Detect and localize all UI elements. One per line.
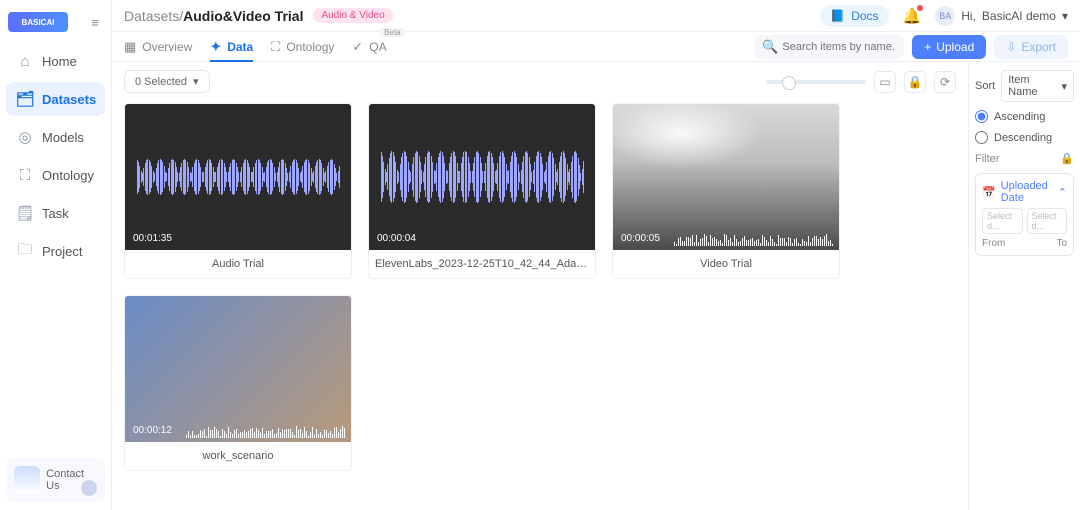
sort-select[interactable]: Item Name▾ (1001, 70, 1074, 102)
duration-label: 00:00:04 (377, 233, 416, 244)
sidebar-item-label: Ontology (42, 168, 94, 183)
tab-qa[interactable]: ✓QABeta (352, 32, 386, 61)
chevron-up-icon: ⌃ (1058, 186, 1067, 199)
upload-button[interactable]: +Upload (912, 35, 986, 59)
datasets-icon: 🗂 (16, 90, 34, 108)
plus-icon: + (924, 40, 931, 54)
duration-label: 00:00:12 (133, 425, 172, 436)
audio-thumbnail: 00:01:35 (125, 104, 351, 250)
ontology-tab-icon: ⛶ (271, 39, 280, 55)
calendar-icon: 📅 (982, 186, 996, 199)
brand-logo[interactable]: BASICAI (8, 12, 68, 32)
user-name: BasicAI demo (982, 9, 1056, 23)
lock-icon[interactable]: 🔒 (904, 71, 926, 93)
thumbnail-size-slider[interactable] (766, 80, 866, 84)
breadcrumb: Datasets/Audio&Video Trial (124, 8, 303, 24)
docs-icon: 📘 (830, 9, 845, 23)
dataset-type-tag: Audio & Video (313, 8, 392, 23)
filter-uploaded-date: 📅Uploaded Date⌃ Select d... Select d... … (975, 173, 1074, 256)
card-title: Video Trial (613, 250, 839, 278)
to-label: To (1056, 238, 1067, 249)
chevron-down-icon: ▾ (1061, 80, 1067, 93)
sidebar-item-project[interactable]: 🗀 Project (6, 234, 105, 268)
sort-ascending-radio[interactable]: Ascending (975, 110, 1074, 123)
sidebar-item-label: Models (42, 130, 84, 145)
tab-ontology[interactable]: ⛶Ontology (271, 32, 334, 61)
search-input[interactable] (782, 41, 896, 53)
sidebar-item-models[interactable]: ◎ Models (6, 120, 105, 154)
export-button[interactable]: ⇩Export (994, 35, 1068, 59)
video-thumbnail: 00:00:05 (613, 104, 839, 250)
audio-thumbnail: 00:00:04 (369, 104, 595, 250)
tab-data[interactable]: ✦Data (210, 32, 253, 61)
card-title: ElevenLabs_2023-12-25T10_42_44_Adam_pre_… (369, 250, 595, 278)
dataset-card[interactable]: 00:00:04 ElevenLabs_2023-12-25T10_42_44_… (368, 103, 596, 279)
sidebar-item-label: Project (42, 244, 82, 259)
tab-overview[interactable]: ▦Overview (124, 32, 192, 61)
sort-descending-radio[interactable]: Descending (975, 131, 1074, 144)
card-view-icon[interactable]: ▭ (874, 71, 896, 93)
sort-label: Sort (975, 80, 995, 92)
search-input-wrap[interactable]: 🔍 (754, 35, 904, 59)
duration-label: 00:00:05 (621, 233, 660, 244)
sidebar-item-datasets[interactable]: 🗂 Datasets (6, 82, 105, 116)
task-icon: 🗒 (16, 204, 34, 222)
greeting-prefix: Hi, (961, 9, 976, 23)
video-thumbnail: 00:00:12 (125, 296, 351, 442)
project-icon: 🗀 (16, 242, 34, 260)
export-icon: ⇩ (1006, 40, 1016, 54)
user-menu[interactable]: BA Hi, BasicAI demo ▾ (935, 6, 1068, 26)
dataset-card[interactable]: 00:00:12 work_scenario (124, 295, 352, 471)
chat-icon[interactable] (81, 480, 97, 496)
sidebar-item-label: Datasets (42, 92, 96, 107)
sidebar-item-ontology[interactable]: ⛶ Ontology (6, 158, 105, 192)
sidebar-item-label: Home (42, 54, 77, 69)
ontology-icon: ⛶ (16, 166, 34, 184)
card-title: work_scenario (125, 442, 351, 470)
notifications-icon[interactable]: 🔔 (903, 7, 922, 25)
sidebar-item-task[interactable]: 🗒 Task (6, 196, 105, 230)
breadcrumb-root[interactable]: Datasets (124, 8, 179, 24)
lock-icon[interactable]: 🔒 (1060, 152, 1074, 165)
qa-icon: ✓ (352, 39, 363, 55)
date-from-input[interactable]: Select d... (982, 208, 1023, 234)
date-to-input[interactable]: Select d... (1027, 208, 1068, 234)
refresh-icon[interactable]: ⟳ (934, 71, 956, 93)
search-icon: 🔍 (762, 39, 778, 55)
breadcrumb-current: Audio&Video Trial (183, 8, 303, 24)
dataset-card[interactable]: 00:00:05 Video Trial (612, 103, 840, 279)
selected-count-dropdown[interactable]: 0 Selected▾ (124, 70, 210, 93)
sidebar-collapse-icon[interactable]: ≡ (87, 14, 103, 30)
from-label: From (982, 238, 1005, 249)
duration-label: 00:01:35 (133, 233, 172, 244)
models-icon: ◎ (16, 128, 34, 146)
docs-link[interactable]: 📘Docs (820, 5, 888, 27)
sidebar-item-home[interactable]: ⌂ Home (6, 44, 105, 78)
home-icon: ⌂ (16, 52, 34, 70)
overview-icon: ▦ (124, 39, 136, 55)
chevron-down-icon: ▾ (193, 75, 199, 88)
avatar: BA (935, 6, 955, 26)
beta-badge: Beta (380, 28, 404, 37)
contact-illustration (14, 466, 40, 494)
sidebar-item-label: Task (42, 206, 69, 221)
contact-us-card[interactable]: Contact Us (6, 458, 105, 502)
dataset-card[interactable]: 00:01:35 Audio Trial (124, 103, 352, 279)
card-title: Audio Trial (125, 250, 351, 278)
filter-label: Filter (975, 153, 999, 165)
chevron-down-icon: ▾ (1062, 9, 1068, 23)
filter-section-toggle[interactable]: 📅Uploaded Date⌃ (982, 180, 1067, 204)
data-icon: ✦ (210, 39, 221, 55)
